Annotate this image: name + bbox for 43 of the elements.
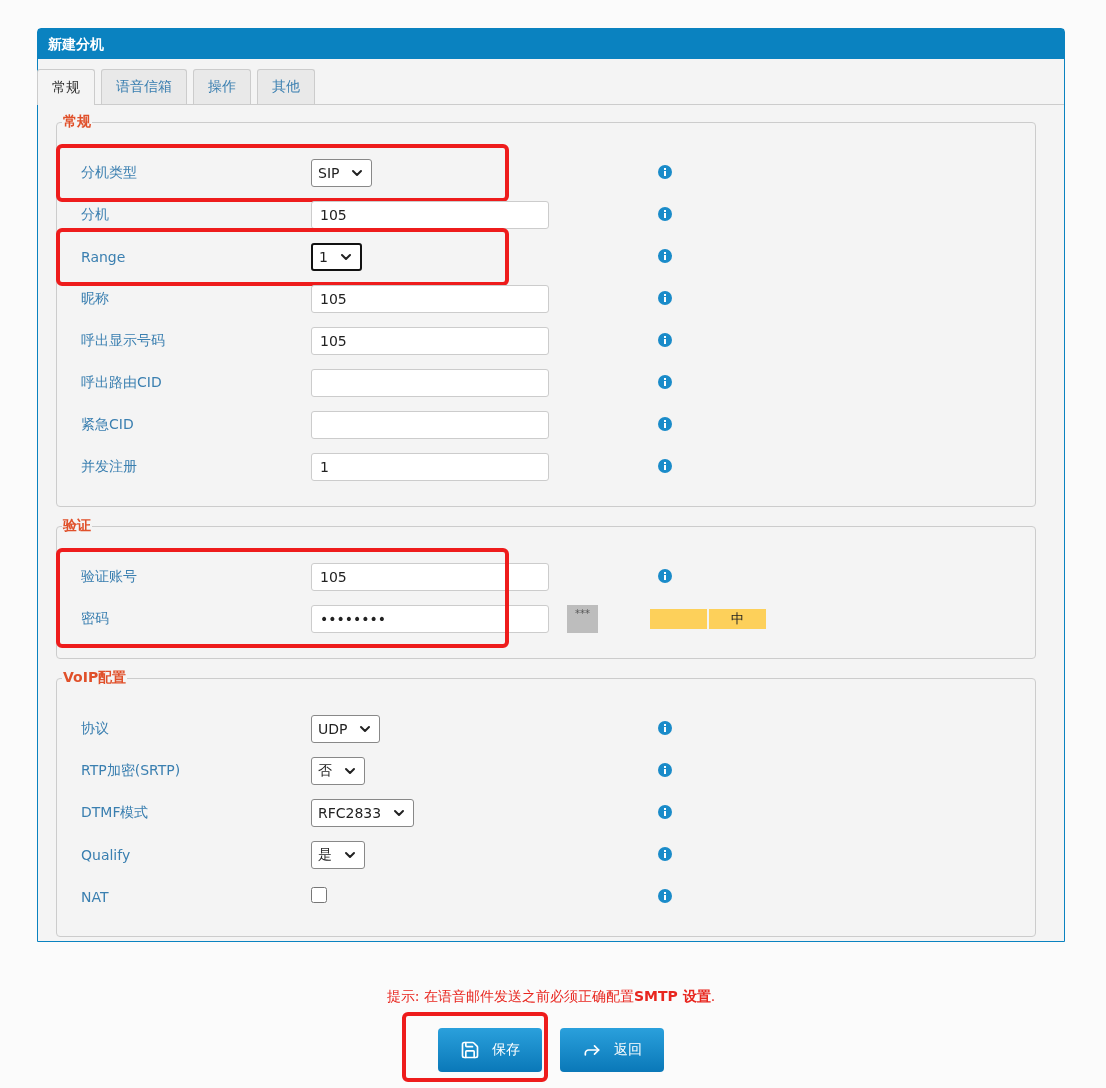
- input-field[interactable]: 1: [311, 453, 549, 481]
- field-label: DTMF模式: [81, 804, 150, 822]
- tab[interactable]: 常规: [37, 69, 95, 105]
- field-label: Qualify: [81, 847, 132, 863]
- window-title: 新建分机: [38, 29, 1064, 59]
- input-field[interactable]: [311, 411, 549, 439]
- section-legend: 常规: [62, 113, 92, 131]
- field-label: 验证账号: [81, 568, 138, 586]
- input-field[interactable]: 105: [311, 563, 549, 591]
- dropdown[interactable]: UDP: [311, 715, 381, 743]
- field-label: Range: [81, 249, 127, 265]
- tab[interactable]: 其他: [257, 69, 315, 104]
- field-label: 呼出显示号码: [81, 332, 166, 350]
- field-label: 协议: [81, 720, 110, 738]
- dropdown[interactable]: 是: [311, 841, 365, 869]
- dropdown[interactable]: 1: [311, 243, 362, 271]
- field-label: 分机类型: [81, 164, 138, 182]
- field-label: 紧急CID: [81, 416, 135, 434]
- dropdown[interactable]: 否: [311, 757, 365, 785]
- password-field[interactable]: ••••••••: [311, 605, 549, 633]
- field-label: 并发注册: [81, 458, 138, 476]
- input-field[interactable]: 105: [311, 327, 549, 355]
- field-label: 密码: [81, 610, 110, 628]
- section-legend: VoIP配置: [62, 669, 128, 687]
- save-button[interactable]: 保存: [438, 1028, 542, 1072]
- input-field[interactable]: [311, 369, 549, 397]
- input-field[interactable]: 105: [311, 201, 549, 229]
- show-password-button[interactable]: ***: [567, 605, 598, 633]
- dropdown[interactable]: RFC2833: [311, 799, 415, 827]
- section-legend: 验证: [62, 517, 92, 535]
- checkbox[interactable]: [311, 887, 327, 903]
- input-field[interactable]: 105: [311, 285, 549, 313]
- field-label: 分机: [81, 206, 110, 224]
- strength-meter-segment: 中: [709, 609, 766, 629]
- field-label: NAT: [81, 889, 110, 905]
- tab[interactable]: 语音信箱: [101, 69, 187, 104]
- field-label: 昵称: [81, 290, 110, 308]
- back-button[interactable]: 返回: [560, 1028, 664, 1072]
- dropdown[interactable]: SIP: [311, 159, 373, 187]
- tab[interactable]: 操作: [193, 69, 251, 104]
- field-label: RTP加密(SRTP): [81, 762, 182, 780]
- field-label: 呼出路由CID: [81, 374, 163, 392]
- hint-text: 提示: 在语音邮件发送之前必须正确配置SMTP 设置.: [385, 988, 717, 1006]
